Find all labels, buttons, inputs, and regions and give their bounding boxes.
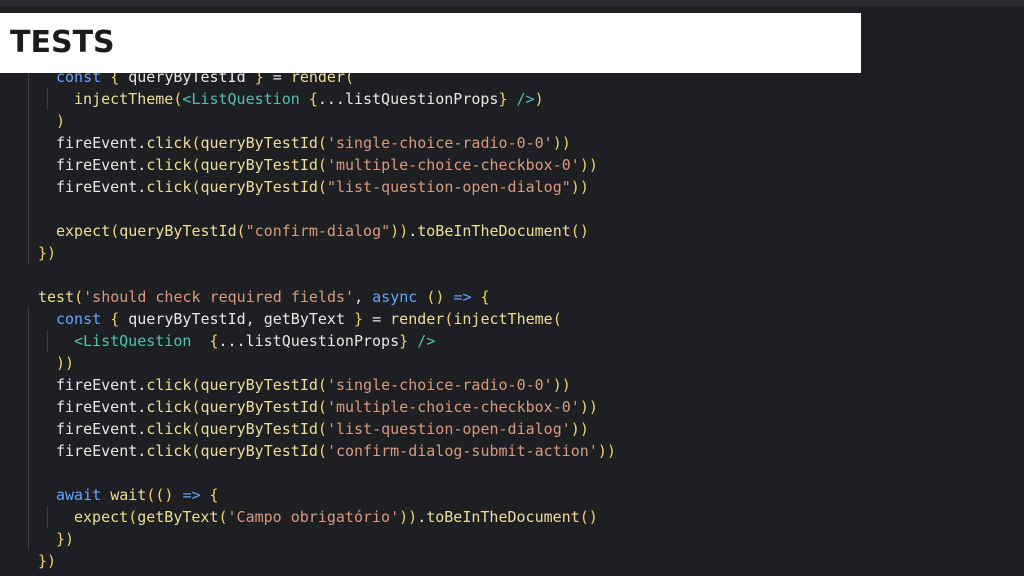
code-line: ) <box>56 112 66 130</box>
code-line: }) <box>38 244 57 262</box>
slide-title: TESTS <box>10 25 115 60</box>
title-banner: TESTS <box>0 13 861 73</box>
indent-guide <box>28 66 29 264</box>
code-line: fireEvent.click(queryByTestId('confirm-d… <box>56 442 616 460</box>
code-editor[interactable]: const { queryByTestId } = render( inject… <box>0 66 1024 576</box>
code-line: fireEvent.click(queryByTestId('list-ques… <box>56 420 589 438</box>
indent-guide <box>47 330 48 352</box>
code-line: expect(getByText('Campo obrigatório')).t… <box>74 508 598 526</box>
code-line: }) <box>38 552 57 570</box>
code-line: <ListQuestion {...listQuestionProps} /> <box>74 332 436 350</box>
editor-top-strip <box>0 0 1024 6</box>
code-line: const { queryByTestId, getByText } = ren… <box>56 310 562 328</box>
code-line: await wait(() => { <box>56 486 219 504</box>
code-line: fireEvent.click(queryByTestId('multiple-… <box>56 398 598 416</box>
indent-guide <box>28 308 29 550</box>
indent-guide <box>47 88 48 110</box>
code-line: fireEvent.click(queryByTestId("list-ques… <box>56 178 589 196</box>
code-line: }) <box>56 530 75 548</box>
code-line: fireEvent.click(queryByTestId('single-ch… <box>56 134 571 152</box>
code-line: fireEvent.click(queryByTestId('multiple-… <box>56 156 598 174</box>
code-line: injectTheme(<ListQuestion {...listQuesti… <box>74 90 544 108</box>
indent-guide <box>47 506 48 528</box>
code-line: fireEvent.click(queryByTestId('single-ch… <box>56 376 571 394</box>
code-line: expect(queryByTestId("confirm-dialog")).… <box>56 222 589 240</box>
code-line: )) <box>56 354 75 372</box>
code-line: test('should check required fields', asy… <box>38 288 490 306</box>
